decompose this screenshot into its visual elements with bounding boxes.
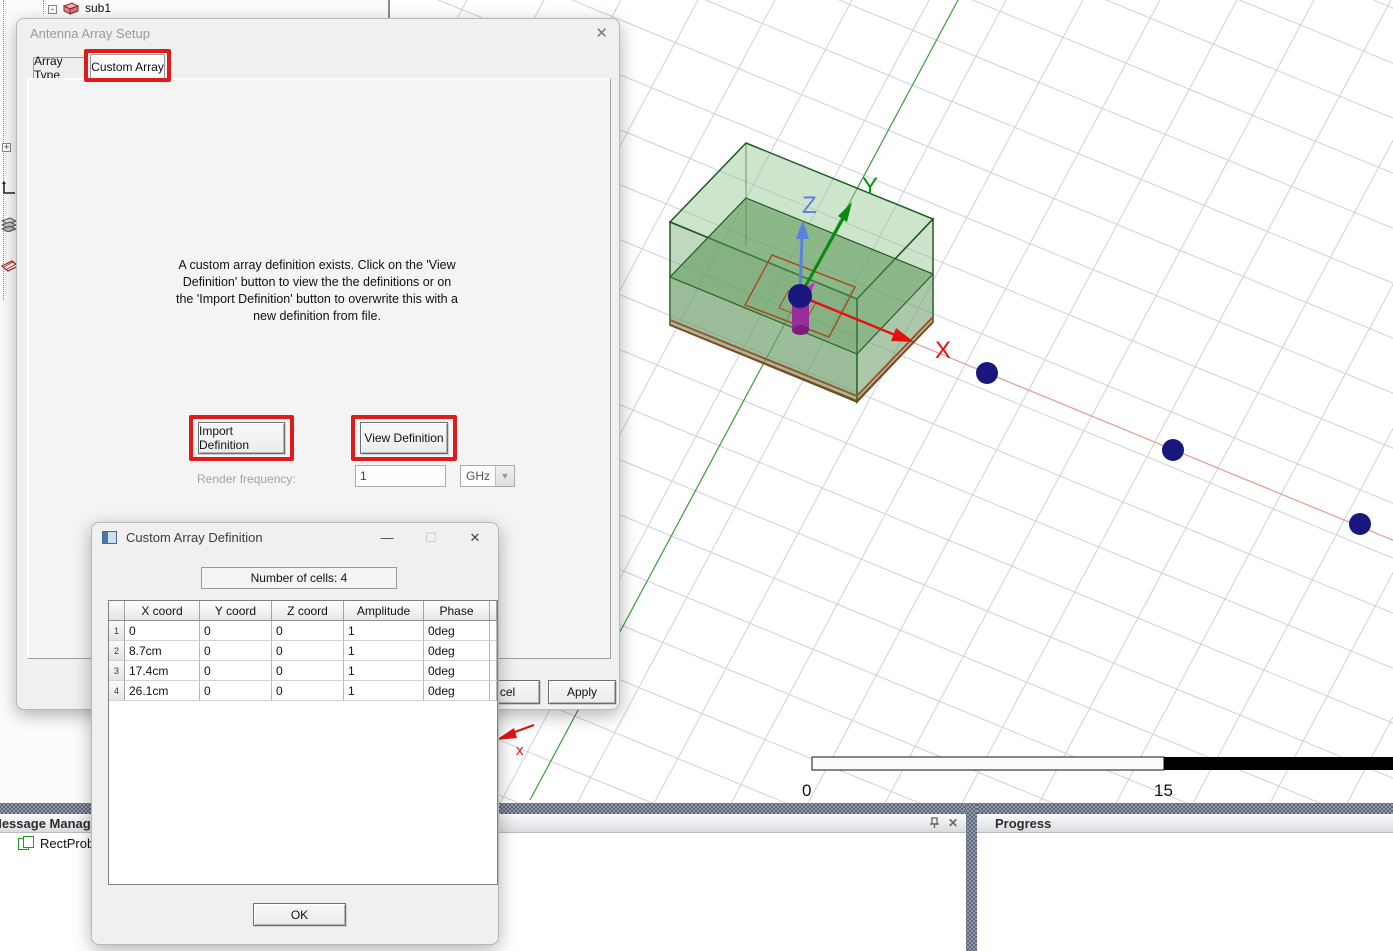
tab-array-type[interactable]: Array Type xyxy=(33,57,86,78)
scale-ruler xyxy=(812,757,1393,770)
column-header-stub xyxy=(490,601,497,621)
row-number: 3 xyxy=(109,661,125,681)
table-row: 3 17.4cm 0 0 1 0deg xyxy=(109,661,497,681)
number-of-cells-label: Number of cells: 4 xyxy=(201,567,397,589)
cell-y-coord[interactable]: 0 xyxy=(200,661,272,681)
tree-item-sub1[interactable]: sub1 xyxy=(85,1,111,15)
import-definition-button[interactable]: Import Definition xyxy=(198,422,285,454)
view-definition-button[interactable]: View Definition xyxy=(360,422,448,454)
column-header-x-coord[interactable]: X coord xyxy=(125,601,200,621)
tree-expand-toggle[interactable]: + xyxy=(2,143,11,152)
table-row: 2 8.7cm 0 0 1 0deg xyxy=(109,641,497,661)
row-number: 1 xyxy=(109,621,125,641)
message-group-icon xyxy=(18,836,35,851)
column-header-amplitude[interactable]: Amplitude xyxy=(344,601,424,621)
cell-z-coord[interactable]: 0 xyxy=(272,641,344,661)
column-header-phase[interactable]: Phase xyxy=(424,601,490,621)
cad-title-bar[interactable]: Custom Array Definition — ☐ ✕ xyxy=(92,523,498,552)
cell-x-coord[interactable]: 17.4cm xyxy=(125,661,200,681)
close-icon[interactable]: ✕ xyxy=(595,24,608,42)
close-panel-icon[interactable]: ✕ xyxy=(944,816,962,830)
cell-stub xyxy=(490,681,497,701)
column-header-z-coord[interactable]: Z coord xyxy=(272,601,344,621)
scale-start-label: 0 xyxy=(802,781,811,800)
frequency-unit-select[interactable]: GHz ▼ xyxy=(460,465,515,487)
pin-icon[interactable] xyxy=(926,816,944,830)
cell-amplitude[interactable]: 1 xyxy=(344,661,424,681)
cell-y-coord[interactable]: 0 xyxy=(200,681,272,701)
grid-origin-marker xyxy=(496,725,534,740)
z-axis-label: Z xyxy=(802,192,817,219)
coordinate-system-icon xyxy=(1,180,17,196)
cell-amplitude[interactable]: 1 xyxy=(344,621,424,641)
ok-button[interactable]: OK xyxy=(253,903,346,926)
cell-amplitude[interactable]: 1 xyxy=(344,681,424,701)
cad-close-icon[interactable]: ✕ xyxy=(460,530,490,546)
cell-x-coord[interactable]: 0 xyxy=(125,621,200,641)
dialog-title: Antenna Array Setup xyxy=(30,26,150,41)
maximize-icon: ☐ xyxy=(416,530,446,546)
cell-z-coord[interactable]: 0 xyxy=(272,621,344,641)
cell-phase[interactable]: 0deg xyxy=(424,681,490,701)
tree-collapse-toggle[interactable]: - xyxy=(48,5,57,14)
progress-body xyxy=(977,833,1393,951)
cad-dialog-title: Custom Array Definition xyxy=(126,530,263,545)
cell-z-coord[interactable]: 0 xyxy=(272,661,344,681)
cell-x-coord[interactable]: 26.1cm xyxy=(125,681,200,701)
info-text: A custom array definition exists. Click … xyxy=(167,257,467,325)
window-icon xyxy=(102,531,117,544)
cell-z-coord[interactable]: 0 xyxy=(272,681,344,701)
cell-stub xyxy=(490,661,497,681)
row-number-header xyxy=(109,601,125,621)
table-header-row: X coord Y coord Z coord Amplitude Phase xyxy=(109,601,497,621)
message-manager-title: Message Manager xyxy=(0,816,103,831)
render-frequency-label: Render frequency: xyxy=(197,472,296,486)
highlight-custom-array-tab xyxy=(84,49,171,82)
cell-y-coord[interactable]: 0 xyxy=(200,641,272,661)
cell-phase[interactable]: 0deg xyxy=(424,661,490,681)
row-number: 4 xyxy=(109,681,125,701)
scale-mid-label: 15 xyxy=(1154,781,1173,800)
cell-phase[interactable]: 0deg xyxy=(424,641,490,661)
progress-panel: Progress xyxy=(977,814,1393,951)
table-row: 4 26.1cm 0 0 1 0deg xyxy=(109,681,497,701)
render-frequency-input[interactable]: 1 xyxy=(355,465,446,487)
column-header-y-coord[interactable]: Y coord xyxy=(200,601,272,621)
tree-guide-line xyxy=(43,0,44,14)
cell-x-coord[interactable]: 8.7cm xyxy=(125,641,200,661)
cell-stub xyxy=(490,641,497,661)
progress-header[interactable]: Progress xyxy=(977,814,1393,833)
vertical-splitter[interactable] xyxy=(966,803,977,951)
table-row: 1 0 0 0 1 0deg xyxy=(109,621,497,641)
custom-array-definition-dialog: Custom Array Definition — ☐ ✕ Number of … xyxy=(91,522,499,945)
cell-y-coord[interactable]: 0 xyxy=(200,621,272,641)
cell-stub xyxy=(490,621,497,641)
progress-title: Progress xyxy=(995,816,1051,831)
cell-amplitude[interactable]: 1 xyxy=(344,641,424,661)
y-axis-label: Y xyxy=(862,173,878,200)
solid-box-icon xyxy=(60,2,80,16)
cell-phase[interactable]: 0deg xyxy=(424,621,490,641)
frequency-unit-value: GHz xyxy=(461,466,495,486)
row-number: 2 xyxy=(109,641,125,661)
apply-button[interactable]: Apply xyxy=(548,680,616,704)
custom-array-table: X coord Y coord Z coord Amplitude Phase … xyxy=(108,600,498,885)
minimize-icon[interactable]: — xyxy=(372,530,402,545)
x-axis-label: X xyxy=(935,337,951,364)
x-axis-small-label: x xyxy=(516,742,524,759)
chevron-down-icon: ▼ xyxy=(495,466,514,486)
